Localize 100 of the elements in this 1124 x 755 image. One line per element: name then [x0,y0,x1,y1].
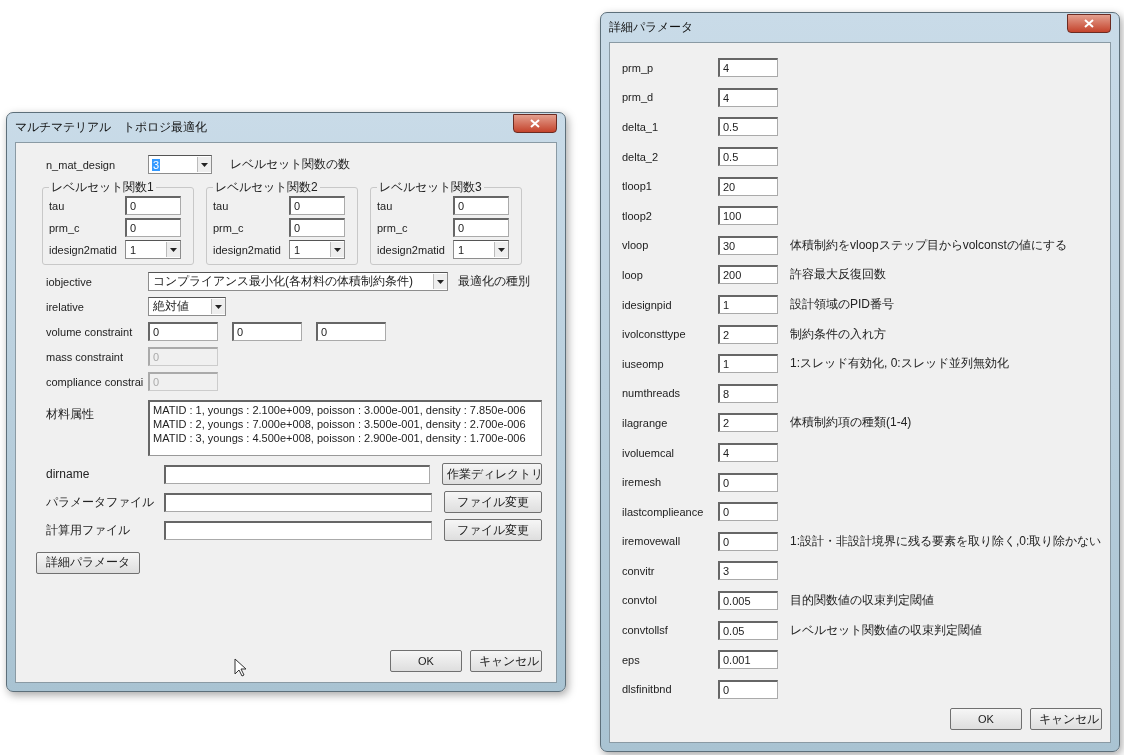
field-note: 設計領域のPID番号 [790,296,894,314]
material-dropdown[interactable]: 1 [453,240,509,259]
input-field[interactable]: 0 [289,196,345,215]
input-field[interactable]: 0 [718,531,778,551]
list-line: MATID : 3, youngs : 4.500e+008, poisson : 2.900e-001, density : 1.700e-006 [153,431,527,445]
field-label: n_mat_design [46,158,117,171]
input-field[interactable]: 4 [718,58,778,78]
input-field[interactable]: 0.5 [718,117,778,137]
input-field[interactable]: 30 [718,235,778,255]
browse-button[interactable]: ファイル変更 [443,491,542,513]
field-label: ilagrange [622,416,669,429]
field-label: tloop1 [622,180,653,193]
input-field[interactable]: 2 [718,324,778,344]
input-field[interactable]: 20 [718,176,778,196]
field-label: tau [213,199,230,212]
input-field[interactable]: 200 [718,265,778,285]
input-field[interactable]: 0 [316,322,386,341]
input-field[interactable]: 100 [718,206,778,226]
input-field[interactable]: 0 [125,196,181,215]
input-field[interactable]: 1 [718,295,778,315]
ok-button[interactable]: OK [950,708,1022,730]
field-label: パラメータファイル [46,493,155,511]
field-note: 体積制約項の種類(1-4) [790,414,912,432]
input-field[interactable]: 0 [232,322,302,341]
window-title: 詳細パラメータ [609,19,693,36]
material-dropdown[interactable]: 1 [289,240,345,259]
field-label: volume constraint [46,325,134,338]
field-note: 最適化の種別 [458,273,530,290]
list-line: MATID : 2, youngs : 7.000e+008, poisson : 3.500e-001, density : 2.700e-006 [153,417,527,431]
input-field[interactable]: 3 [718,561,778,581]
field-label: iobjective [46,275,93,288]
input-field[interactable]: 0 [453,218,509,237]
browse-button[interactable]: 作業ディレクトリ [442,463,542,485]
field-label: tau [377,199,394,212]
input-field[interactable]: 0 [453,196,509,215]
field-label: 計算用ファイル [46,521,131,539]
list-line: MATID : 1, youngs : 2.100e+009, poisson : 3.000e-001, density : 7.850e-006 [153,403,527,417]
details-button[interactable]: 詳細パラメータ [36,551,140,574]
field-label: convtollsf [622,624,669,637]
field-note: 体積制約をvloopステップ目からvolconstの値にする [790,236,1067,254]
material-dropdown[interactable]: 1 [125,240,181,259]
field-label: compliance constrai [46,375,142,388]
field-note: レベルセット関数値の収束判定閾値 [790,621,982,639]
field-label: delta_2 [622,150,660,163]
close-button[interactable] [1067,14,1111,33]
field-note: 許容最大反復回数 [790,266,886,284]
field-label: iremovewall [622,535,682,548]
group-title: レベルセット関数1 [50,179,155,196]
mouse-cursor-icon [234,658,246,677]
input-field[interactable]: 8 [718,383,778,403]
input-field[interactable]: 0 [125,218,181,237]
field-note: 1:スレッド有効化, 0:スレッド並列無効化 [790,355,1009,373]
field-label: irelative [46,300,85,313]
input-field[interactable]: 0 [148,322,218,341]
input-field[interactable]: 0 [718,472,778,492]
close-icon [530,119,540,128]
field-label: prm_p [622,61,655,74]
objective-dropdown[interactable]: コンプライアンス最小化(各材料の体積制約条件) [148,272,448,291]
input-field[interactable]: 0 [718,679,778,699]
field-label: prm_d [622,91,655,104]
field-label: mass constraint [46,350,125,363]
field-label: ivolconsttype [622,328,687,341]
field-label: ivoluemcal [622,446,675,459]
field-label: iremesh [622,476,663,489]
field-label: dirname [46,467,91,481]
input-field[interactable]: 0.5 [718,147,778,167]
field-note: 制約条件の入れ方 [790,325,886,343]
group-title: レベルセット関数3 [378,179,483,196]
input-field[interactable]: 1 [718,354,778,374]
path-field[interactable] [164,464,430,484]
field-label: eps [622,653,641,666]
input-field[interactable]: 0 [289,218,345,237]
relative-dropdown[interactable]: 絶対値 [148,297,226,316]
path-field[interactable] [164,520,432,540]
path-field[interactable] [164,492,432,512]
field-label: numthreads [622,387,682,400]
field-label: prm_c [213,221,245,234]
input-field[interactable]: 0.05 [718,620,778,640]
field-label: ilastcomplieance [622,505,705,518]
cancel-button[interactable]: キャンセル [470,650,542,672]
cancel-button[interactable]: キャンセル [1030,708,1102,730]
field-label: delta_1 [622,121,660,133]
close-button[interactable] [513,114,557,133]
field-note: レベルセット関数の数 [230,156,350,173]
input-field[interactable]: 0.005 [718,591,778,610]
field-label: idesign2matid [49,243,118,256]
field-label: iuseomp [622,357,665,370]
field-label: convitr [622,564,656,577]
field-label: loop [622,268,644,281]
input-field[interactable]: 4 [718,87,778,107]
input-field[interactable]: 2 [718,413,778,433]
field-label: prm_c [377,221,409,234]
input-field[interactable]: 4 [718,443,778,462]
input-field[interactable]: 0 [718,502,778,522]
group-title: レベルセット関数2 [214,179,319,196]
browse-button[interactable]: ファイル変更 [443,519,542,541]
field-label: idesign2matid [213,243,282,256]
ok-button[interactable]: OK [390,650,462,672]
field-label: dlsfinitbnd [622,683,673,696]
input-field[interactable]: 0.001 [718,650,778,670]
